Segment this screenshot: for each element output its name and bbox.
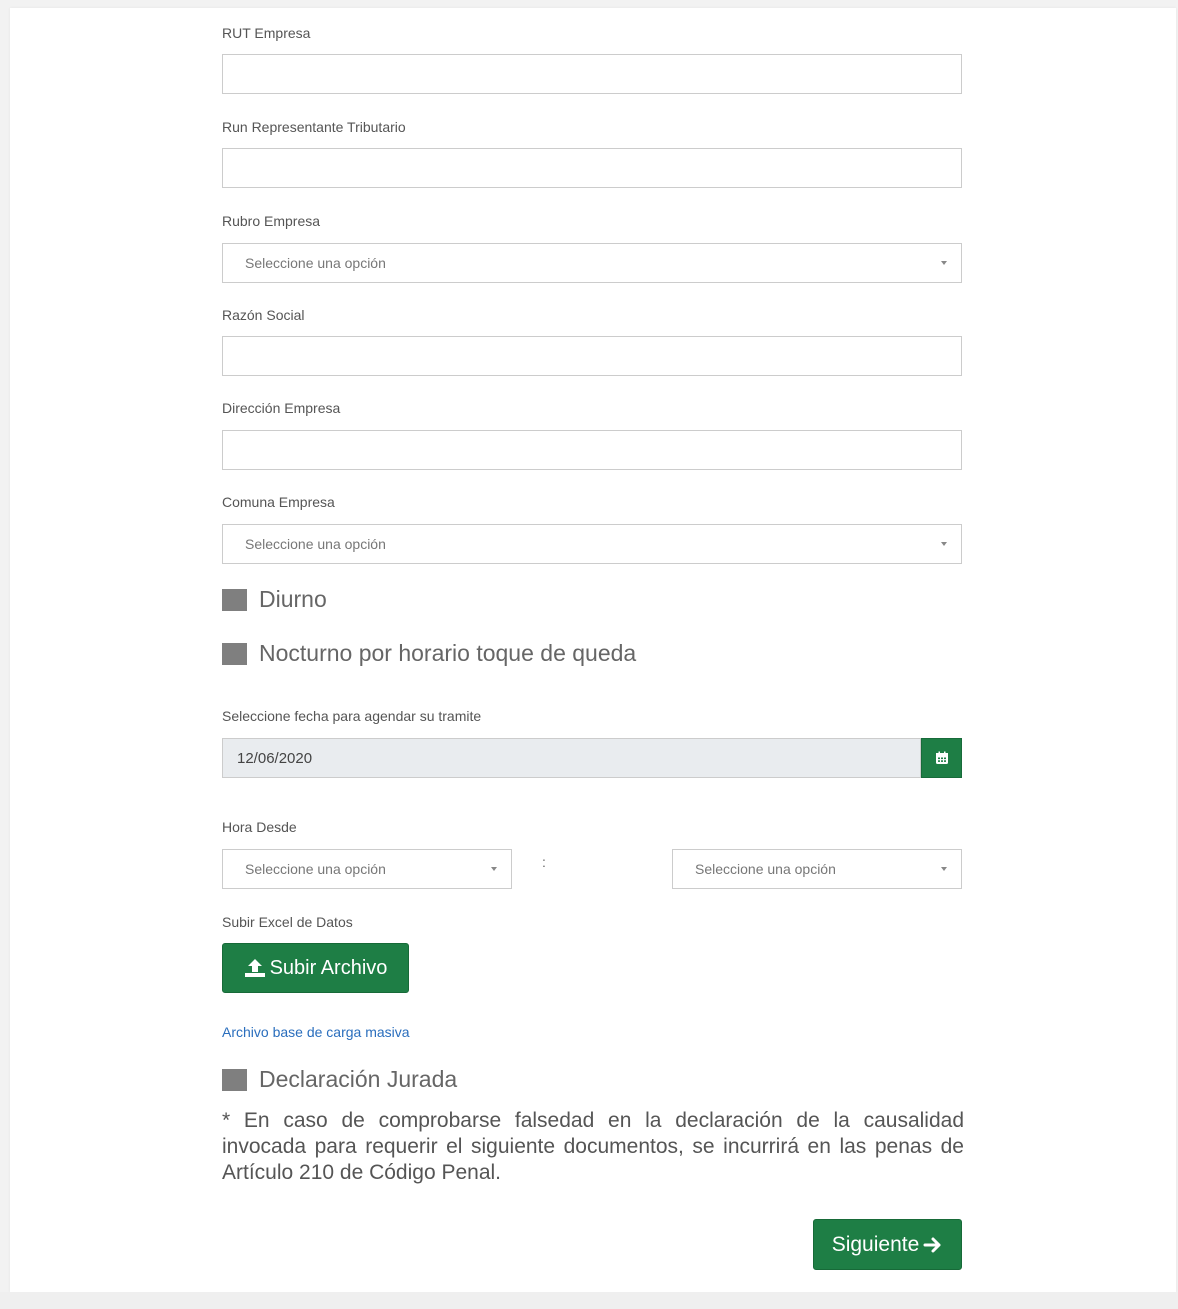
form-card: RUT Empresa Run Representante Tributario… — [10, 8, 1176, 1292]
diurno-label: Diurno — [259, 586, 327, 612]
hora-select[interactable]: Seleccione una opción — [222, 849, 512, 889]
calendar-button[interactable] — [921, 738, 962, 778]
direccion-empresa-input[interactable] — [222, 430, 962, 470]
time-separator: : — [542, 854, 546, 870]
declaracion-label: Declaración Jurada — [259, 1066, 458, 1092]
subir-excel-label: Subir Excel de Datos — [222, 914, 353, 930]
calendar-icon — [935, 751, 948, 764]
next-button-label: Siguiente — [831, 1232, 920, 1256]
rubro-empresa-label: Rubro Empresa — [222, 213, 321, 229]
comuna-empresa-select[interactable]: Seleccione una opción — [222, 524, 962, 564]
minuto-selected: Seleccione una opción — [695, 861, 836, 877]
template-download-link[interactable]: Archivo base de carga masiva — [222, 1024, 410, 1040]
diurno-checkbox[interactable] — [222, 588, 247, 611]
chevron-down-icon — [941, 867, 947, 871]
fecha-label: Seleccione fecha para agendar su tramite — [222, 708, 482, 724]
declaracion-checkbox[interactable] — [222, 1068, 247, 1091]
legal-notice: * En caso de comprobarse falsedad en la … — [222, 1109, 964, 1184]
rut-empresa-label: RUT Empresa — [222, 25, 311, 41]
rubro-empresa-select[interactable]: Seleccione una opción — [222, 243, 962, 283]
upload-file-button[interactable]: Subir Archivo — [222, 943, 409, 993]
next-button[interactable]: Siguiente — [813, 1219, 962, 1270]
rubro-empresa-selected: Seleccione una opción — [245, 255, 386, 271]
diurno-checkbox-row[interactable]: Diurno — [222, 586, 327, 613]
rut-empresa-input[interactable] — [222, 54, 962, 94]
run-representante-label: Run Representante Tributario — [222, 119, 406, 135]
upload-icon — [244, 959, 265, 977]
direccion-empresa-label: Dirección Empresa — [222, 400, 341, 416]
hora-desde-label: Hora Desde — [222, 819, 297, 835]
nocturno-label: Nocturno por horario toque de queda — [259, 640, 637, 666]
hora-selected: Seleccione una opción — [245, 861, 386, 877]
run-representante-input[interactable] — [222, 148, 962, 188]
declaracion-checkbox-row[interactable]: Declaración Jurada — [222, 1066, 457, 1093]
footer-strip — [0, 1292, 1178, 1309]
minuto-select[interactable]: Seleccione una opción — [672, 849, 962, 889]
razon-social-label: Razón Social — [222, 307, 305, 323]
comuna-empresa-label: Comuna Empresa — [222, 494, 335, 510]
chevron-down-icon — [941, 261, 947, 265]
comuna-empresa-selected: Seleccione una opción — [245, 536, 386, 552]
nocturno-checkbox-row[interactable]: Nocturno por horario toque de queda — [222, 640, 636, 667]
chevron-down-icon — [941, 542, 947, 546]
upload-file-label: Subir Archivo — [269, 956, 388, 979]
arrow-right-icon — [923, 1237, 941, 1252]
chevron-down-icon — [491, 867, 497, 871]
fecha-picker — [222, 738, 962, 778]
nocturno-checkbox[interactable] — [222, 642, 247, 665]
fecha-input[interactable] — [222, 738, 921, 778]
razon-social-input[interactable] — [222, 336, 962, 376]
